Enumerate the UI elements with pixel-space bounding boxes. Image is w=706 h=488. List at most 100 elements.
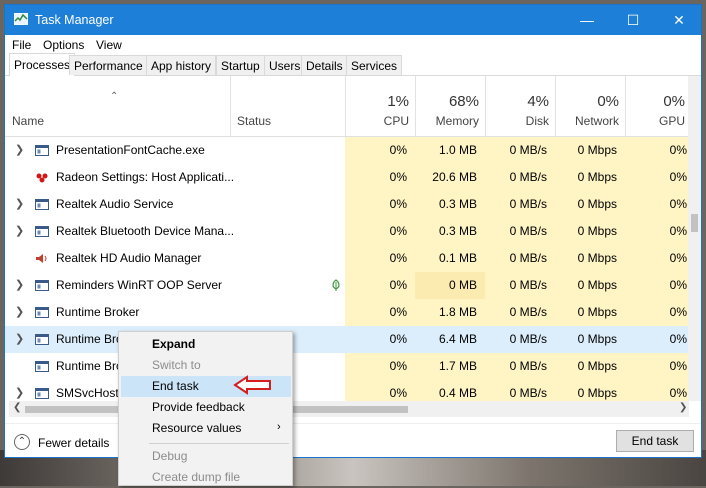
tab-users[interactable]: Users (264, 55, 306, 75)
submenu-arrow-icon: › (277, 421, 281, 433)
column-cpu-header[interactable]: 1% CPU (345, 76, 415, 136)
table-row[interactable]: ❯ Runtime Bro 0% 6.4 MB 0 MB/s 0 Mbps 0% (5, 326, 701, 353)
scroll-right-icon[interactable]: ❯ (679, 402, 687, 413)
window-title: Task Manager (35, 13, 114, 27)
column-status-header[interactable]: Status (230, 76, 345, 136)
memory-cell: 20.6 MB (415, 164, 485, 191)
context-menu: Expand Switch to End task Provide feedba… (118, 331, 293, 486)
menu-item-debug[interactable]: Debug (121, 446, 291, 467)
expand-chevron-icon[interactable]: ❯ (15, 137, 24, 164)
column-name[interactable]: Name (12, 114, 44, 128)
process-window-icon (35, 307, 49, 318)
process-name: Radeon Settings: Host Applicati... (56, 170, 235, 184)
process-window-icon (35, 334, 49, 345)
network-cell: 0 Mbps (555, 137, 625, 164)
table-row[interactable]: ❯ PresentationFontCache.exe 0% 1.0 MB 0 MB/s… (5, 137, 701, 164)
fewer-details-link[interactable]: Fewer details (38, 436, 109, 450)
process-grid: ⌃ Name Status 1% CPU 68% Memory 4% Disk … (5, 76, 701, 405)
gpu-cell: 0% (625, 218, 689, 245)
process-window-icon (35, 280, 49, 291)
column-disk-header[interactable]: 4% Disk (485, 76, 555, 136)
menu-view[interactable]: View (96, 38, 122, 52)
process-name: Runtime Bro (56, 332, 123, 346)
disk-total: 4% (527, 93, 549, 110)
tab-startup[interactable]: Startup (216, 55, 265, 75)
process-name: Reminders WinRT OOP Server (56, 278, 223, 292)
memory-cell: 0 MB (415, 272, 485, 299)
expand-chevron-icon[interactable]: ❯ (15, 326, 24, 353)
vertical-scroll-thumb[interactable] (691, 214, 698, 232)
process-name: Realtek Audio Service (56, 197, 174, 211)
process-name: Runtime Broker (56, 305, 140, 319)
radeon-icon (36, 173, 48, 183)
memory-cell: 0.1 MB (415, 245, 485, 272)
tab-app-history[interactable]: App history (146, 55, 217, 75)
table-row[interactable]: ❯ Runtime Broker 0% 1.8 MB 0 MB/s 0 Mbps 0% (5, 299, 701, 326)
horizontal-scrollbar[interactable]: ❮ ❯ (9, 401, 689, 417)
expand-chevron-icon[interactable]: ❯ (15, 299, 24, 326)
cpu-cell: 0% (345, 353, 415, 380)
tab-performance[interactable]: Performance (69, 55, 148, 75)
column-gpu-header[interactable]: 0% GPU (625, 76, 691, 136)
close-button[interactable]: ✕ (656, 5, 701, 35)
expand-chevron-icon[interactable]: ❯ (15, 272, 24, 299)
gpu-cell: 0% (625, 272, 689, 299)
column-network-header[interactable]: 0% Network (555, 76, 625, 136)
gpu-cell: 0% (625, 353, 689, 380)
tab-services[interactable]: Services (346, 55, 403, 75)
table-row[interactable]: Realtek HD Audio Manager 0% 0.1 MB 0 MB/s 0 … (5, 245, 701, 272)
minimize-button[interactable]: — (564, 5, 610, 35)
memory-cell: 1.8 MB (415, 299, 485, 326)
cpu-cell: 0% (345, 191, 415, 218)
menu-options[interactable]: Options (43, 38, 84, 52)
tab-strip: Processes Performance App history Startu… (5, 53, 701, 76)
disk-cell: 0 MB/s (485, 137, 555, 164)
task-manager-icon (14, 13, 28, 25)
title-bar[interactable]: Task Manager — ☐ ✕ (5, 5, 701, 35)
chevron-up-icon[interactable]: ⌃ (14, 434, 30, 450)
disk-cell: 0 MB/s (485, 191, 555, 218)
network-cell: 0 Mbps (555, 218, 625, 245)
expand-chevron-icon[interactable]: ❯ (15, 191, 24, 218)
disk-cell: 0 MB/s (485, 164, 555, 191)
menu-item-expand[interactable]: Expand (121, 334, 291, 355)
expand-chevron-icon[interactable]: ❯ (15, 218, 24, 245)
cpu-cell: 0% (345, 164, 415, 191)
process-name: Runtime Bro (56, 359, 123, 373)
table-row[interactable]: ❯ Reminders WinRT OOP Server 0% 0 MB 0 MB/s 0… (5, 272, 701, 299)
scroll-left-icon[interactable]: ❮ (13, 402, 21, 413)
column-memory-header[interactable]: 68% Memory (415, 76, 485, 136)
menu-separator (149, 443, 289, 444)
gpu-cell: 0% (625, 137, 689, 164)
sort-ascending-icon: ⌃ (110, 91, 119, 102)
network-cell: 0 Mbps (555, 164, 625, 191)
maximize-button[interactable]: ☐ (610, 5, 656, 35)
tab-details[interactable]: Details (301, 55, 348, 75)
vertical-scrollbar[interactable] (688, 76, 701, 401)
menu-item-resource-values[interactable]: Resource values (121, 418, 291, 439)
column-network: Network (574, 114, 619, 128)
column-cpu: CPU (383, 114, 409, 128)
gpu-cell: 0% (669, 332, 687, 346)
memory-cell: 1.7 MB (415, 353, 485, 380)
network-cell: 0 Mbps (555, 353, 625, 380)
tab-processes[interactable]: Processes (9, 53, 76, 76)
menu-item-create-dump-file[interactable]: Create dump file (121, 467, 291, 488)
menu-item-provide-feedback[interactable]: Provide feedback (121, 397, 291, 418)
end-task-button[interactable]: End task (616, 430, 694, 452)
memory-cell: 6.4 MB (438, 332, 477, 346)
process-name: PresentationFontCache.exe (56, 143, 205, 157)
network-cell: 0 Mbps (555, 272, 625, 299)
cpu-cell: 0% (345, 299, 415, 326)
network-cell: 0 Mbps (577, 332, 617, 346)
table-row[interactable]: ❯ Realtek Audio Service 0% 0.3 MB 0 MB/s 0 Mb… (5, 191, 701, 218)
table-row[interactable]: ❯ Realtek Bluetooth Device Mana... 0% 0.3 M… (5, 218, 701, 245)
menu-file[interactable]: File (12, 38, 31, 52)
cpu-cell: 0% (345, 218, 415, 245)
suspended-leaf-icon (332, 279, 340, 291)
table-row[interactable]: Runtime Bro 0% 1.7 MB 0 MB/s 0 Mbps 0% (5, 353, 701, 380)
memory-total: 68% (448, 93, 479, 110)
table-row[interactable]: Radeon Settings: Host Applicati... 0% 20.6… (5, 164, 701, 191)
menu-item-switch-to[interactable]: Switch to (121, 355, 291, 376)
disk-cell: 0 MB/s (485, 272, 555, 299)
